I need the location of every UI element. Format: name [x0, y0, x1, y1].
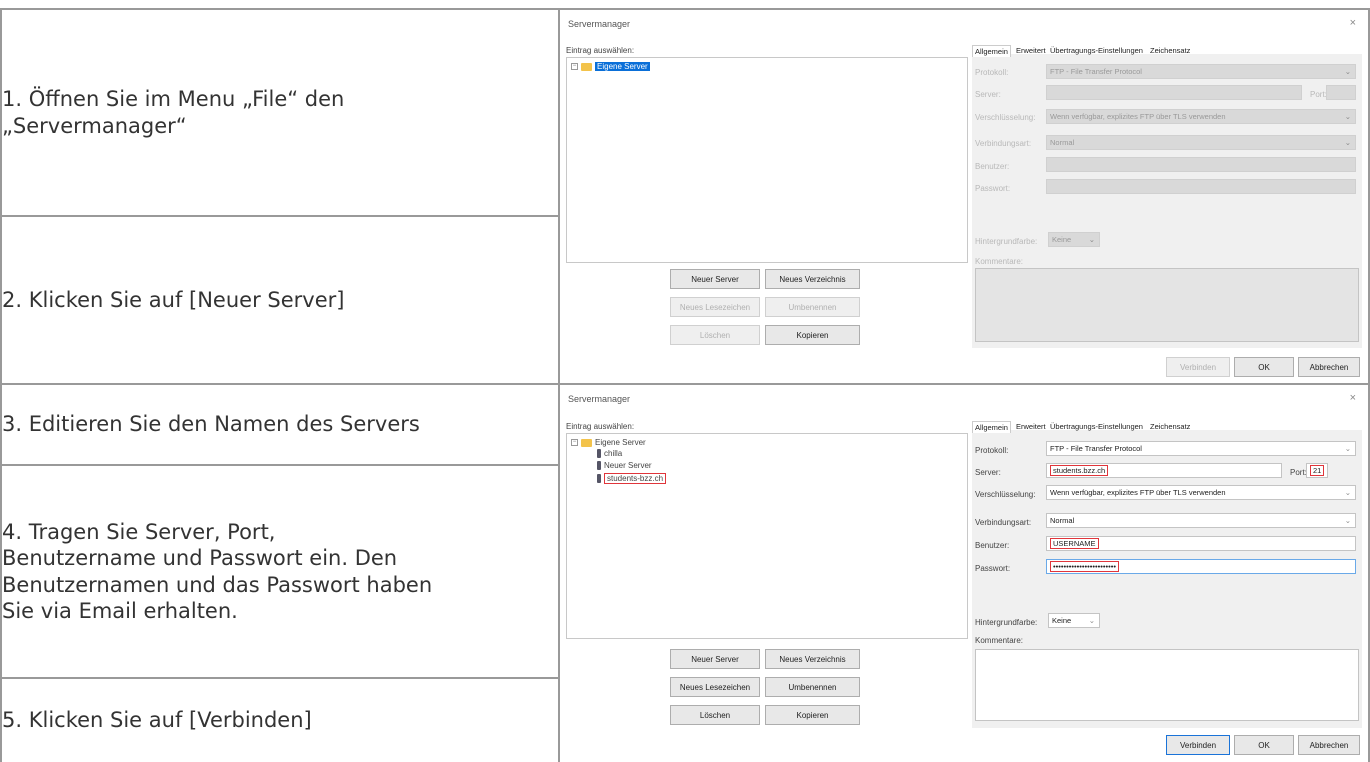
comments-textarea[interactable]	[975, 649, 1359, 721]
encryption-select[interactable]: Wenn verfügbar, explizites FTP über TLS …	[1046, 109, 1356, 124]
servermanager-screenshot-filled: Servermanager × Eintrag auswählen: − Eig…	[562, 387, 1366, 760]
chevron-down-icon: ⌄	[1344, 444, 1351, 453]
logon-type-select[interactable]: Normal ⌄	[1046, 135, 1356, 150]
server-label: Server:	[975, 468, 1001, 477]
rename-button[interactable]: Umbenennen	[765, 677, 860, 697]
server-input[interactable]: students.bzz.ch	[1046, 463, 1282, 478]
new-server-button[interactable]: Neuer Server	[670, 649, 760, 669]
logon-type-label: Verbindungsart:	[975, 518, 1032, 527]
password-label: Passwort:	[975, 184, 1011, 193]
bg-color-select[interactable]: Keine ⌄	[1048, 613, 1100, 628]
tree-item-own-servers[interactable]: − Eigene Server	[571, 62, 650, 71]
tab-charset[interactable]: Zeichensatz	[1150, 46, 1190, 55]
folder-icon	[581, 438, 592, 447]
cancel-button[interactable]: Abbrechen	[1298, 735, 1360, 755]
select-entry-label: Eintrag auswählen:	[566, 422, 635, 431]
collapse-icon[interactable]: −	[571, 63, 578, 70]
comments-textarea[interactable]	[975, 268, 1359, 342]
protocol-select[interactable]: FTP - File Transfer Protocol ⌄	[1046, 441, 1356, 456]
cancel-button[interactable]: Abbrechen	[1298, 357, 1360, 377]
new-bookmark-button[interactable]: Neues Lesezeichen	[670, 297, 760, 317]
delete-button[interactable]: Löschen	[670, 325, 760, 345]
port-input[interactable]: 21	[1306, 463, 1328, 478]
select-entry-label: Eintrag auswählen:	[566, 46, 635, 55]
tree-item-server-selected[interactable]: students-bzz.ch	[597, 473, 667, 484]
port-input[interactable]	[1326, 85, 1356, 100]
copy-button[interactable]: Kopieren	[765, 705, 860, 725]
comments-label: Kommentare:	[975, 636, 1024, 645]
tab-transfer-settings[interactable]: Übertragungs-Einstellungen	[1050, 422, 1143, 431]
step-text-1: 1. Öffnen Sie im Menu „File“ den „Serverm…	[2, 87, 345, 138]
tab-general[interactable]: Allgemein	[972, 45, 1011, 57]
servermanager-screenshot-empty: Servermanager × Eintrag auswählen: − Eig…	[562, 12, 1366, 381]
new-folder-button[interactable]: Neues Verzeichnis	[765, 649, 860, 669]
encryption-label: Verschlüsselung:	[975, 490, 1036, 499]
dialog-title: Servermanager	[568, 19, 631, 29]
server-tree[interactable]: − Eigene Server chilla Neuer Server stud…	[566, 433, 968, 639]
step-text-5: 5. Klicken Sie auf [Verbinden]	[2, 708, 312, 733]
copy-button[interactable]: Kopieren	[765, 325, 860, 345]
folder-icon	[581, 62, 592, 71]
instruction-table: 1. Öffnen Sie im Menu „File“ den „Serverm…	[0, 0, 1370, 762]
bg-color-label: Hintergrundfarbe:	[975, 618, 1038, 627]
connect-button[interactable]: Verbinden	[1166, 735, 1230, 755]
tab-advanced[interactable]: Erweitert	[1016, 46, 1046, 55]
new-bookmark-button[interactable]: Neues Lesezeichen	[670, 677, 760, 697]
chevron-down-icon: ⌄	[1344, 67, 1351, 76]
tree-item-server[interactable]: chilla	[597, 449, 622, 458]
rename-button[interactable]: Umbenennen	[765, 297, 860, 317]
tab-transfer-settings[interactable]: Übertragungs-Einstellungen	[1050, 46, 1143, 55]
user-input[interactable]	[1046, 157, 1356, 172]
password-input[interactable]: ••••••••••••••••••••••••	[1046, 559, 1356, 574]
server-tree[interactable]: − Eigene Server	[566, 57, 968, 263]
dialog-title: Servermanager	[568, 394, 631, 404]
step-text-3: 3. Editieren Sie den Namen des Servers	[2, 412, 420, 437]
password-input[interactable]	[1046, 179, 1356, 194]
new-server-button[interactable]: Neuer Server	[670, 269, 760, 289]
tab-advanced[interactable]: Erweitert	[1016, 422, 1046, 431]
server-label: Server:	[975, 90, 1001, 99]
server-input[interactable]	[1046, 85, 1302, 100]
bg-color-label: Hintergrundfarbe:	[975, 237, 1038, 246]
port-label: Port:	[1310, 90, 1327, 99]
tree-item-server[interactable]: Neuer Server	[597, 461, 652, 470]
tab-general[interactable]: Allgemein	[972, 421, 1011, 433]
step-text-4: 4. Tragen Sie Server, Port, Benutzername …	[2, 520, 433, 623]
logon-type-select[interactable]: Normal ⌄	[1046, 513, 1356, 528]
close-icon[interactable]: ×	[1350, 392, 1356, 404]
chevron-down-icon: ⌄	[1088, 616, 1095, 625]
protocol-select[interactable]: FTP - File Transfer Protocol ⌄	[1046, 64, 1356, 79]
chevron-down-icon: ⌄	[1344, 138, 1351, 147]
protocol-label: Protokoll:	[975, 446, 1009, 455]
server-icon	[597, 461, 601, 470]
ok-button[interactable]: OK	[1234, 735, 1294, 755]
encryption-label: Verschlüsselung:	[975, 113, 1036, 122]
new-folder-button[interactable]: Neues Verzeichnis	[765, 269, 860, 289]
connect-button[interactable]: Verbinden	[1166, 357, 1230, 377]
user-label: Benutzer:	[975, 541, 1010, 550]
tab-charset[interactable]: Zeichensatz	[1150, 422, 1190, 431]
chevron-down-icon: ⌄	[1344, 112, 1351, 121]
encryption-select[interactable]: Wenn verfügbar, explizites FTP über TLS …	[1046, 485, 1356, 500]
comments-label: Kommentare:	[975, 257, 1024, 266]
step-text-2: 2. Klicken Sie auf [Neuer Server]	[2, 287, 345, 312]
user-input[interactable]: USERNAME	[1046, 536, 1356, 551]
close-icon[interactable]: ×	[1350, 17, 1356, 29]
server-icon	[597, 474, 601, 483]
protocol-label: Protokoll:	[975, 68, 1009, 77]
chevron-down-icon: ⌄	[1344, 516, 1351, 525]
delete-button[interactable]: Löschen	[670, 705, 760, 725]
ok-button[interactable]: OK	[1234, 357, 1294, 377]
port-label: Port:	[1290, 468, 1307, 477]
chevron-down-icon: ⌄	[1344, 488, 1351, 497]
tree-item-own-servers[interactable]: − Eigene Server	[571, 438, 646, 447]
collapse-icon[interactable]: −	[571, 439, 578, 446]
user-label: Benutzer:	[975, 162, 1010, 171]
password-label: Passwort:	[975, 564, 1011, 573]
chevron-down-icon: ⌄	[1088, 235, 1095, 244]
bg-color-select[interactable]: Keine ⌄	[1048, 232, 1100, 247]
server-icon	[597, 449, 601, 458]
logon-type-label: Verbindungsart:	[975, 139, 1032, 148]
